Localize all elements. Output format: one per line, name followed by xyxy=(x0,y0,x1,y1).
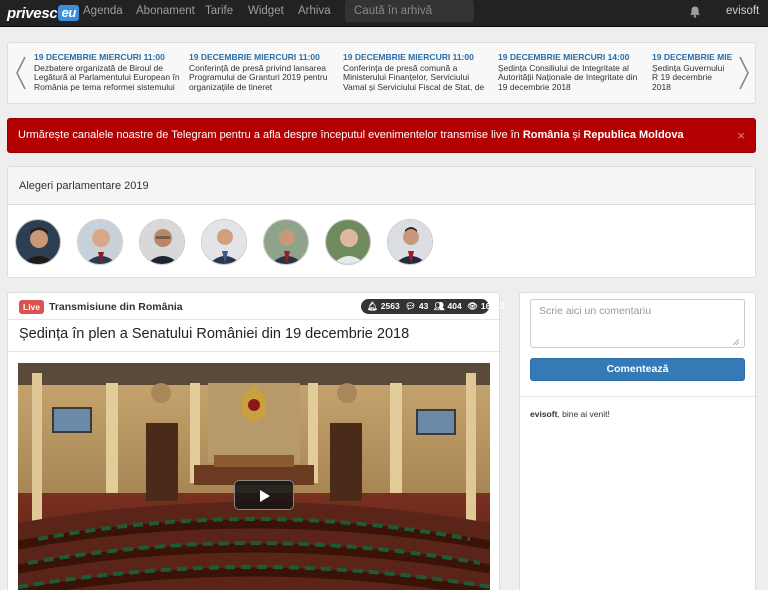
eye-icon: 👁︎ xyxy=(467,301,478,311)
alert-romania: România xyxy=(522,129,570,141)
divider xyxy=(8,351,499,352)
play-button[interactable] xyxy=(234,480,294,510)
site-logo[interactable]: privesc eu xyxy=(7,3,80,23)
comments-panel: Scrie aici un comentariu Comentează evis… xyxy=(519,292,756,590)
welcome-user: evisoft xyxy=(530,409,558,419)
event-date: 19 DECEMBRIE MIERCURI 14:00 xyxy=(498,53,630,62)
event-date: 19 DECEMBRIE MIERCURI 11:00 xyxy=(34,53,165,62)
event-item[interactable]: 19 DECEMBRIE MIERCURI 11:00 Conferința d… xyxy=(343,53,491,93)
stream-title: Ședința în plen a Senatului României din… xyxy=(19,326,410,342)
users-icon: 👥︎ xyxy=(433,301,445,311)
candidate-avatar[interactable] xyxy=(77,219,123,265)
bell-icon: 🔔︎ xyxy=(367,301,378,311)
stream-source: Transmisiune din România xyxy=(49,301,183,313)
event-date: 19 DECEMBRIE MIERCURI xyxy=(652,53,732,62)
elections-panel: Alegeri parlamentare 2019 xyxy=(7,166,756,278)
user-menu[interactable]: evisoft xyxy=(726,0,759,23)
viewers-count: 2563 xyxy=(380,301,400,311)
resize-grip-icon[interactable] xyxy=(733,339,739,345)
comments-count: 43 xyxy=(418,301,429,311)
video-player[interactable] xyxy=(18,363,490,590)
event-item[interactable]: 19 DECEMBRIE MIERCURI 11:00 Dezbatere or… xyxy=(34,53,182,93)
stream-stats: 🔔︎ 2563 💬︎ 43 👥︎ 404 👁︎ 16233 xyxy=(361,299,505,314)
chevron-left-icon[interactable] xyxy=(14,55,28,91)
views-count: 16233 xyxy=(480,301,505,311)
close-icon[interactable]: × xyxy=(737,119,745,152)
comment-input[interactable]: Scrie aici un comentariu xyxy=(530,299,745,348)
event-title: Dezbatere organizată de Biroul de Legătu… xyxy=(34,62,180,93)
events-carousel: 19 DECEMBRIE MIERCURI 11:00 Dezbatere or… xyxy=(7,42,756,104)
candidate-avatar[interactable] xyxy=(201,219,247,265)
welcome-text: , bine ai venit! xyxy=(557,409,610,419)
logo-text: privesc xyxy=(7,4,58,22)
event-item[interactable]: 19 DECEMBRIE MIERCURI 11:00 Conferință d… xyxy=(189,53,337,93)
telegram-alert: Urmărește canalele noastre de Telegram p… xyxy=(7,118,756,153)
logo-badge: eu xyxy=(58,5,80,21)
chevron-right-icon[interactable] xyxy=(737,55,751,91)
event-title: Conferință de presă privind lansarea Pro… xyxy=(189,62,328,92)
welcome-message: evisoft, bine ai venit! xyxy=(530,409,610,419)
alert-conjunction: și xyxy=(569,129,584,141)
stream-panel: Live Transmisiune din România 🔔︎ 2563 💬︎ 4… xyxy=(7,292,505,590)
event-date: 19 DECEMBRIE MIERCURI 11:00 xyxy=(343,53,474,62)
nav-tarife[interactable]: Tarife xyxy=(205,0,233,27)
top-navbar: privesc eu Agenda Abonament Tarife Widget… xyxy=(0,0,768,27)
event-date: 19 DECEMBRIE MIERCURI 11:00 xyxy=(189,53,320,62)
candidate-avatar[interactable] xyxy=(387,219,433,265)
alert-moldova: Republica Moldova xyxy=(583,129,684,141)
users-count: 404 xyxy=(447,301,462,311)
submit-comment-button[interactable]: Comentează xyxy=(530,358,745,381)
nav-agenda[interactable]: Agenda xyxy=(83,0,123,27)
nav-arhiva[interactable]: Arhiva xyxy=(298,0,331,27)
event-item[interactable]: 19 DECEMBRIE MIERCURI 14:00 Ședința Cons… xyxy=(498,53,646,93)
alert-text: Urmărește canalele noastre de Telegram p… xyxy=(18,129,523,141)
senate-chamber-image xyxy=(18,363,490,590)
candidate-avatar[interactable] xyxy=(139,219,185,265)
divider xyxy=(8,319,499,320)
candidate-avatar[interactable] xyxy=(325,219,371,265)
play-icon xyxy=(260,490,270,502)
elections-heading: Alegeri parlamentare 2019 xyxy=(8,167,755,205)
candidate-avatar[interactable] xyxy=(263,219,309,265)
divider xyxy=(520,396,755,397)
comments-icon: 💬︎ xyxy=(405,301,416,311)
nav-widget[interactable]: Widget xyxy=(248,0,284,27)
search-input[interactable]: Caută în arhivă xyxy=(345,0,474,22)
event-item[interactable]: 19 DECEMBRIE MIERCURI Ședința Guvernului… xyxy=(652,53,732,93)
nav-abonament[interactable]: Abonament xyxy=(136,0,195,27)
live-badge: Live xyxy=(19,300,45,314)
event-title: Ședința Consiliului de Integritate al Au… xyxy=(498,62,638,92)
bell-icon[interactable] xyxy=(688,5,702,19)
event-title: Conferința de presă comună a Ministerulu… xyxy=(343,62,485,93)
candidate-avatar[interactable] xyxy=(15,219,61,265)
event-title: Ședința Guvernului R 19 decembrie 2018 xyxy=(652,62,725,92)
